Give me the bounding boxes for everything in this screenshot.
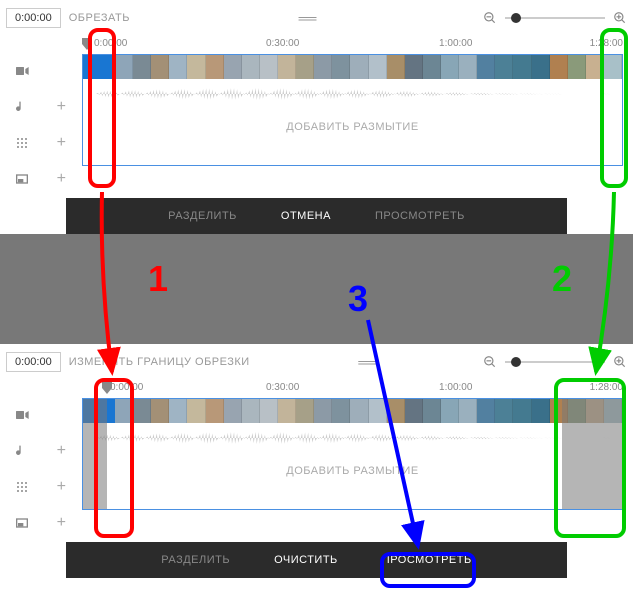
annotation-arrows — [0, 0, 633, 600]
annotation-number-1: 1 — [148, 258, 168, 300]
annotation-number-2: 2 — [552, 258, 572, 300]
annotation-number-3: 3 — [348, 278, 368, 320]
